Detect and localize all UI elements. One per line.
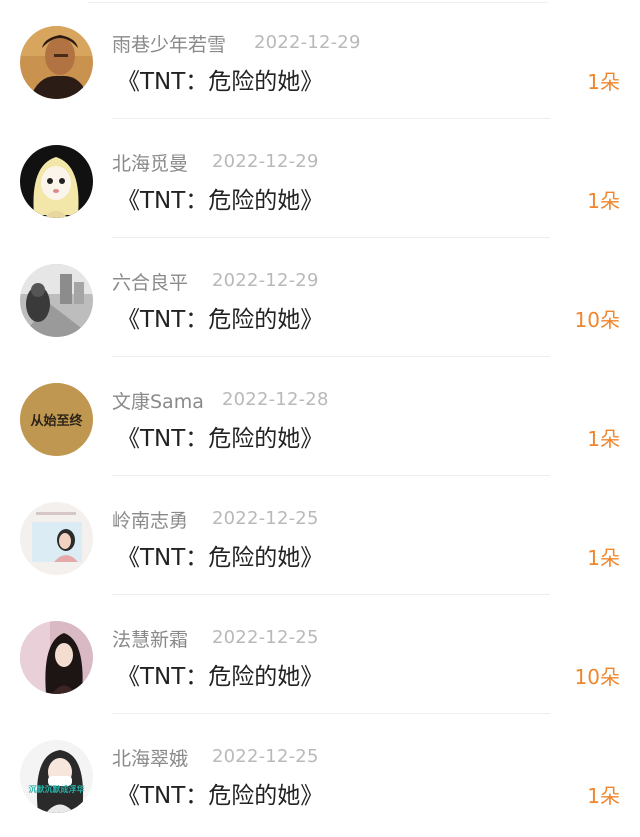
gift-amount: 10朵 [574,308,620,332]
work-title[interactable]: 《TNT：危险的她》 [117,300,323,334]
user-name[interactable]: 法慧新霜 [112,625,188,652]
gift-date: 2022-12-25 [212,508,319,529]
gift-amount: 1朵 [587,189,620,213]
user-name[interactable]: 文康Sama [112,387,204,414]
gift-date: 2022-12-25 [212,627,319,648]
gift-date: 2022-12-29 [254,32,361,53]
gift-date: 2022-12-29 [212,270,319,291]
gift-row[interactable]: 法慧新霜 2022-12-25 《TNT：危险的她》 10朵 [0,595,640,714]
avatar-text: 沉默沉默成浮华 [28,785,85,794]
work-title[interactable]: 《TNT：危险的她》 [117,657,323,691]
gift-date: 2022-12-28 [222,389,329,410]
work-title[interactable]: 《TNT：危险的她》 [117,538,323,572]
user-name[interactable]: 雨巷少年若雪 [112,30,226,57]
portrait-man-icon[interactable] [20,26,93,99]
gift-amount: 1朵 [587,784,620,808]
gift-row[interactable]: 沉默沉默成浮华 北海翠娥 2022-12-25 《TNT：危险的她》 1朵 [0,714,640,833]
gift-date: 2022-12-25 [212,746,319,767]
avatar-text: 从始至终 [30,414,83,429]
gift-amount: 10朵 [574,665,620,689]
girl-photo-icon[interactable] [20,502,93,575]
gift-amount: 1朵 [587,546,620,570]
work-title[interactable]: 《TNT：危险的她》 [117,181,323,215]
work-title[interactable]: 《TNT：危险的她》 [117,62,323,96]
gift-list: 雨巷少年若雪 2022-12-29 《TNT：危险的她》 1朵 北海觅曼 202… [0,0,640,837]
street-photo-icon[interactable] [20,264,93,337]
user-name[interactable]: 北海觅曼 [112,149,188,176]
work-title[interactable]: 《TNT：危险的她》 [117,776,323,810]
user-name[interactable]: 六合良平 [112,268,188,295]
gift-row[interactable]: 岭南志勇 2022-12-25 《TNT：危险的她》 1朵 [0,476,640,595]
gift-row[interactable]: 北海觅曼 2022-12-29 《TNT：危险的她》 1朵 [0,119,640,238]
work-title[interactable]: 《TNT：危险的她》 [117,419,323,453]
mask-girl-icon[interactable]: 沉默沉默成浮华 [20,740,93,813]
user-name[interactable]: 岭南志勇 [112,506,188,533]
gift-row[interactable]: 雨巷少年若雪 2022-12-29 《TNT：危险的她》 1朵 [0,0,640,119]
cartoon-girl-icon[interactable] [20,145,93,218]
gift-row[interactable]: 从始至终 文康Sama 2022-12-28 《TNT：危险的她》 1朵 [0,357,640,476]
gift-date: 2022-12-29 [212,151,319,172]
gift-row[interactable]: 六合良平 2022-12-29 《TNT：危险的她》 10朵 [0,238,640,357]
user-name[interactable]: 北海翠娥 [112,744,188,771]
gift-amount: 1朵 [587,70,620,94]
text-badge-icon[interactable]: 从始至终 [20,383,93,456]
anime-girl-icon[interactable] [20,621,93,694]
gift-amount: 1朵 [587,427,620,451]
